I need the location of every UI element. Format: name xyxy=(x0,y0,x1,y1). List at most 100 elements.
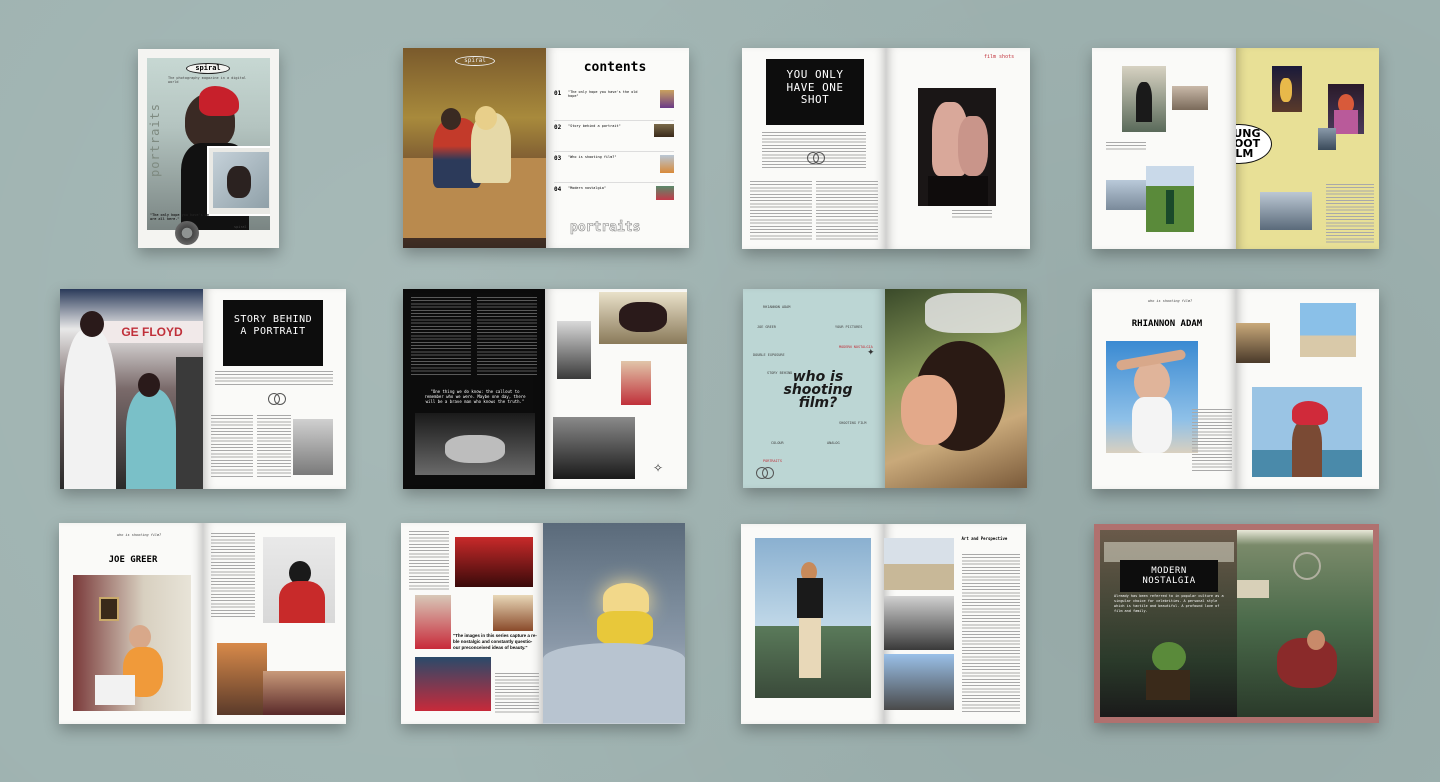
modern-body: Already has been referred to in popular … xyxy=(1114,594,1224,613)
protest-sign: GE FLOYD xyxy=(100,321,203,343)
cover-tagline: The photography magazine in a digital wo… xyxy=(168,76,246,84)
dark-quote-spread[interactable]: "One thing we do know: the callout to re… xyxy=(403,289,687,489)
contents-list: 01 "The only hope you have's the old hop… xyxy=(554,90,674,214)
cover-quote: "The only hope you have's we are all her… xyxy=(150,213,210,221)
body-column-1 xyxy=(750,181,812,241)
body-column-2 xyxy=(257,415,291,477)
red-room-photo xyxy=(455,537,533,587)
body-column-2 xyxy=(816,181,878,241)
contents-outline-word: portraits xyxy=(570,220,641,236)
beach-couple-photo xyxy=(1299,303,1356,357)
caption xyxy=(952,210,992,218)
sparkle-icon: ✧ xyxy=(653,461,664,475)
crowd-photo xyxy=(553,417,635,479)
caption xyxy=(1106,142,1146,150)
cover-masthead: spiral xyxy=(186,63,230,74)
bw-photo xyxy=(415,413,535,475)
one-shot-spread[interactable]: YOU ONLY HAVE ONE SHOT film shots xyxy=(742,48,1030,249)
red-dress-photo xyxy=(415,657,491,711)
man-field-photo xyxy=(755,538,871,698)
small-photo xyxy=(1317,128,1336,150)
hand-photo xyxy=(1172,86,1208,110)
diner-photo xyxy=(403,48,546,248)
red-scarf-photo xyxy=(1251,387,1362,477)
rhiannon-name: RHIANNON ADAM xyxy=(1131,319,1203,329)
body-column-2 xyxy=(477,297,537,377)
smoke-photo xyxy=(1259,192,1312,230)
rings-icon xyxy=(265,393,287,405)
contents-item[interactable]: 02 "Story behind a portrait" xyxy=(554,121,674,152)
story-spread[interactable]: GE FLOYD STORY BEHIND A PORTRAIT xyxy=(60,289,346,489)
bottle-girl-photo xyxy=(885,289,1027,488)
body-column-1 xyxy=(411,297,471,377)
redhair-photo xyxy=(216,643,267,715)
boy-photo xyxy=(1122,66,1166,132)
thumb xyxy=(654,124,674,137)
star-icon: ✦ xyxy=(867,347,875,357)
dj-photo xyxy=(1271,66,1302,112)
rhiannon-kicker: who is shooting film? xyxy=(1148,299,1193,303)
rings-icon xyxy=(804,152,826,164)
thumb xyxy=(656,186,674,200)
one-shot-intro xyxy=(762,132,866,170)
field-photo xyxy=(1146,166,1194,232)
art-spread[interactable]: Art and Perspective xyxy=(741,524,1026,724)
intro-text xyxy=(1325,184,1374,244)
mural-photo xyxy=(293,419,333,475)
body-column xyxy=(961,554,1020,714)
body-column-1 xyxy=(211,415,253,477)
cover-badge-icon xyxy=(175,221,199,245)
contents-title: contents xyxy=(583,60,647,75)
contents-item[interactable]: 01 "The only hope you have's the old hop… xyxy=(554,90,674,121)
group-photo xyxy=(599,292,687,344)
modern-title: MODERN NOSTALGIA xyxy=(1120,560,1218,592)
contents-spread[interactable]: spiral contents 01 "The only hope you ha… xyxy=(403,48,689,248)
thumb xyxy=(660,155,674,173)
magazine-cover[interactable]: spiral The photography magazine in a dig… xyxy=(138,49,279,248)
contents-item[interactable]: 03 "Who is shooting film?" xyxy=(554,152,674,183)
party-photo xyxy=(918,88,996,206)
contents-masthead: spiral xyxy=(455,56,495,66)
joe-spread[interactable]: who is shooting film? JOE GREER xyxy=(59,523,346,724)
smile-photo xyxy=(621,361,651,405)
window-photo xyxy=(493,595,533,631)
lamp-spread[interactable]: "The images in this series capture a re-… xyxy=(401,523,685,724)
joe-photo xyxy=(73,575,191,711)
redhead-photo xyxy=(1327,84,1364,134)
body-column xyxy=(1192,409,1232,473)
lamp-photo xyxy=(543,523,685,724)
sunglass-photo xyxy=(883,654,954,710)
cover-vertical-title: portraits xyxy=(148,102,163,178)
nostalgic-quote: "The images in this series capture a re-… xyxy=(453,633,537,650)
body-column xyxy=(210,533,255,617)
old-man-photo xyxy=(1106,341,1198,453)
portrait-photo xyxy=(557,321,591,379)
seated-man-photo xyxy=(1235,323,1270,363)
beach-photo xyxy=(883,538,954,590)
rhiannon-spread[interactable]: who is shooting film? RHIANNON ADAM xyxy=(1092,289,1379,489)
one-shot-title: YOU ONLY HAVE ONE SHOT xyxy=(766,59,864,125)
shooting-spread[interactable]: RHIANNON ADAM JOE GREER YOUR PICTURES MO… xyxy=(743,289,1027,488)
one-shot-sticker: film shots xyxy=(984,54,1015,60)
art-heading: Art and Perspective xyxy=(961,536,1008,541)
body-column-2 xyxy=(495,673,539,713)
contents-item[interactable]: 04 "Modern nostalgia" xyxy=(554,183,674,214)
joe-kicker: who is shooting film? xyxy=(117,533,162,537)
story-intro xyxy=(215,371,333,387)
thumb xyxy=(660,90,674,108)
protest-photo: GE FLOYD xyxy=(60,289,203,489)
hands-photo xyxy=(262,671,345,715)
young-shoot-spread[interactable]: YOUNG SHOOT FILM xyxy=(1092,48,1379,249)
young-shoot-badge: YOUNG SHOOT FILM xyxy=(1235,124,1272,164)
rings-icon xyxy=(753,467,775,479)
shooting-headline: who is shooting film? xyxy=(783,369,853,411)
cover-footer-label: spiral xyxy=(234,225,247,229)
girl-photo xyxy=(415,595,451,649)
blocks-photo xyxy=(1106,180,1150,210)
bw-couple-photo xyxy=(883,596,954,650)
body-column-1 xyxy=(409,531,449,591)
modern-spread[interactable]: MODERN NOSTALGIA Already has been referr… xyxy=(1094,524,1379,723)
dark-quote: "One thing we do know: the callout to re… xyxy=(424,389,526,404)
room-left-photo xyxy=(1100,530,1237,717)
red-jacket-photo xyxy=(262,537,335,623)
